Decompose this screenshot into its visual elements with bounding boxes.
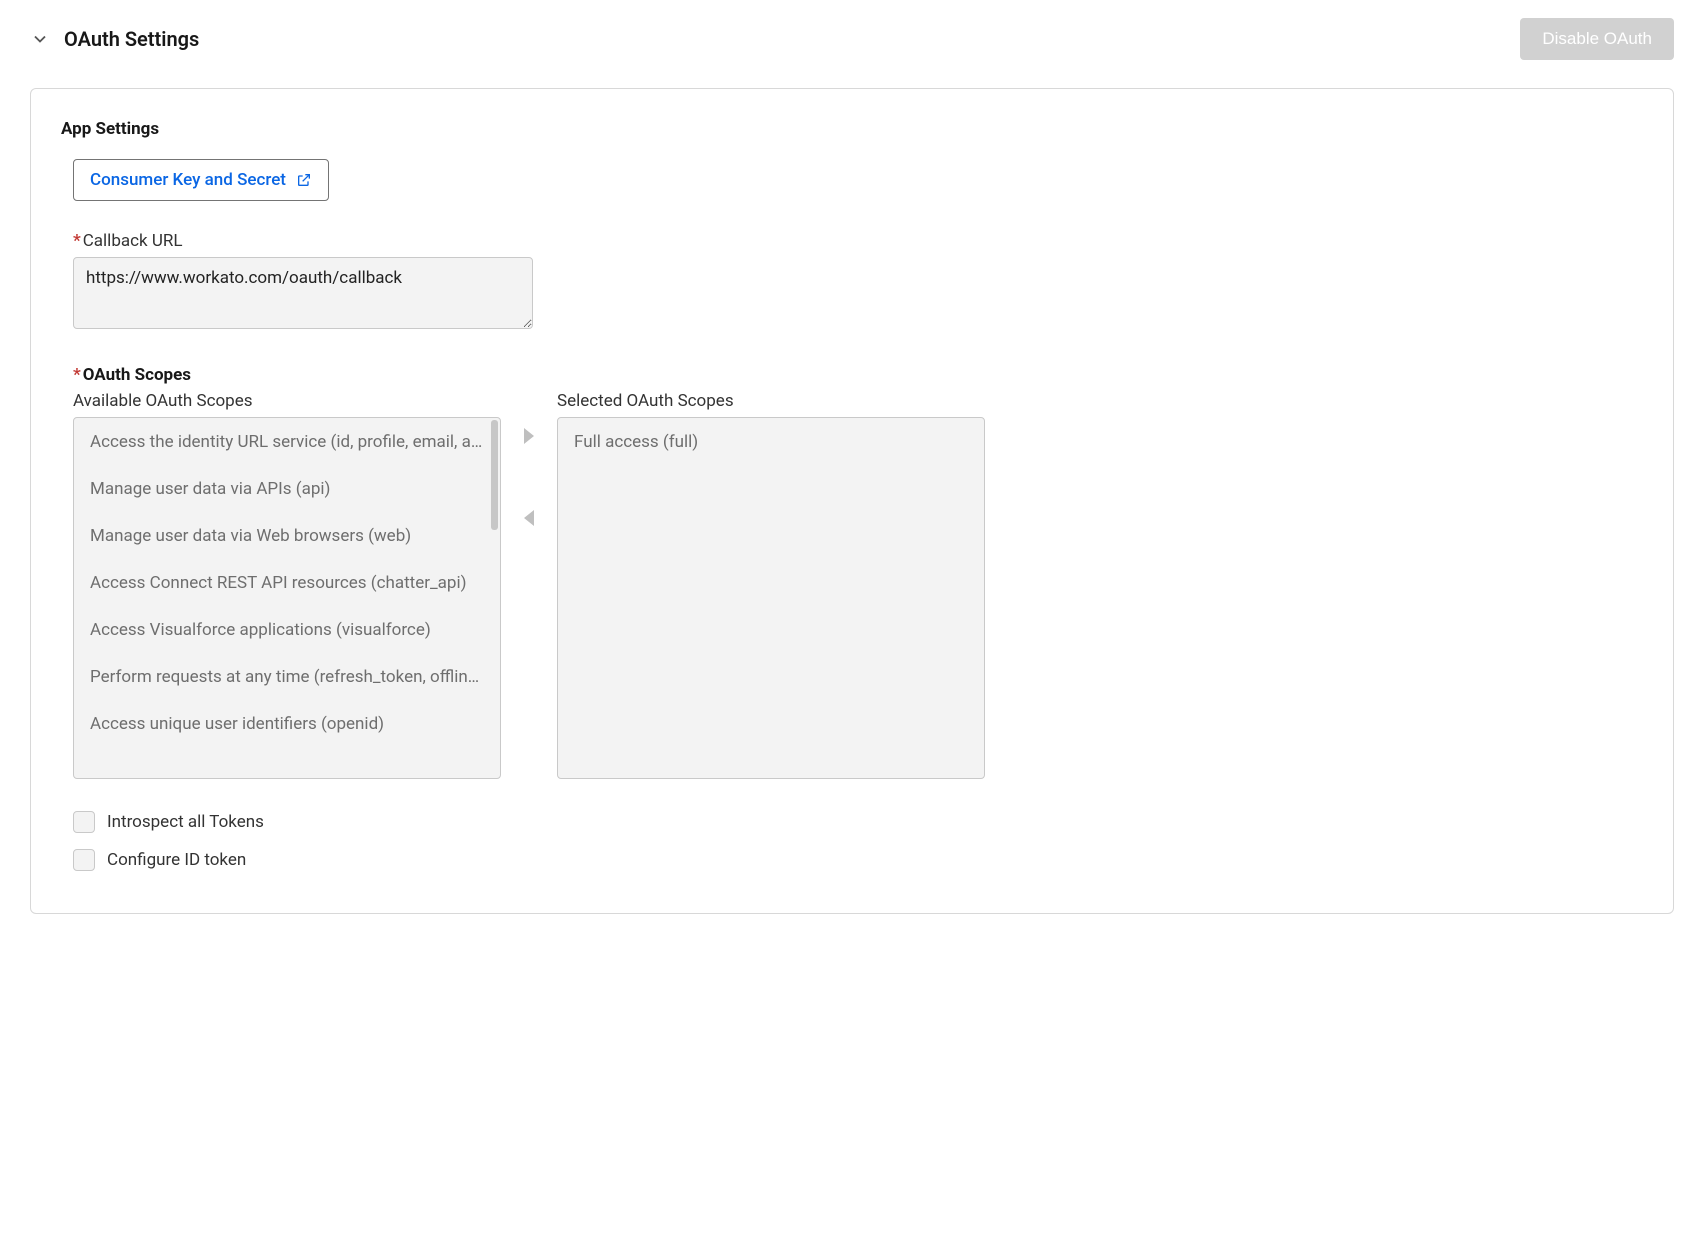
section-title: OAuth Settings (64, 27, 199, 51)
chevron-down-icon (30, 29, 50, 49)
section-header-left[interactable]: OAuth Settings (30, 27, 199, 51)
consumer-key-secret-link[interactable]: Consumer Key and Secret (73, 159, 329, 201)
available-scopes-label: Available OAuth Scopes (73, 391, 501, 411)
configure-id-token-checkbox[interactable] (73, 849, 95, 871)
list-item[interactable]: Perform requests at any time (refresh_to… (74, 653, 500, 700)
callback-url-field: *Callback URL (73, 231, 1643, 333)
section-header: OAuth Settings Disable OAuth (30, 18, 1674, 60)
external-link-icon (296, 172, 312, 188)
callback-url-input[interactable] (73, 257, 533, 329)
introspect-tokens-checkbox[interactable] (73, 811, 95, 833)
disable-oauth-button[interactable]: Disable OAuth (1520, 18, 1674, 60)
oauth-scopes-dual-list: Available OAuth Scopes Access the identi… (73, 385, 1643, 779)
list-item[interactable]: Access unique user identifiers (openid) (74, 700, 500, 747)
selected-scopes-label: Selected OAuth Scopes (557, 391, 985, 411)
oauth-scopes-heading: *OAuth Scopes (73, 365, 1643, 385)
triangle-left-icon (524, 510, 534, 526)
triangle-right-icon (524, 428, 534, 444)
list-item[interactable]: Manage user data via Web browsers (web) (74, 512, 500, 559)
move-right-button[interactable] (518, 425, 540, 447)
list-item[interactable]: Access Connect REST API resources (chatt… (74, 559, 500, 606)
app-settings-panel: App Settings Consumer Key and Secret *Ca… (30, 88, 1674, 914)
list-item[interactable]: Access the identity URL service (id, pro… (74, 418, 500, 465)
introspect-tokens-row[interactable]: Introspect all Tokens (73, 811, 1643, 833)
introspect-tokens-label: Introspect all Tokens (107, 812, 264, 832)
available-scopes-column: Available OAuth Scopes Access the identi… (73, 385, 501, 779)
configure-id-token-row[interactable]: Configure ID token (73, 849, 1643, 871)
available-scopes-list[interactable]: Access the identity URL service (id, pro… (73, 417, 501, 779)
list-item[interactable]: Full access (full) (558, 418, 984, 465)
list-item[interactable]: Manage user data via APIs (api) (74, 465, 500, 512)
panel-heading: App Settings (61, 119, 1643, 139)
selected-scopes-column: Selected OAuth Scopes Full access (full) (557, 385, 985, 779)
move-left-button[interactable] (518, 507, 540, 529)
list-item[interactable]: Access Visualforce applications (visualf… (74, 606, 500, 653)
required-asterisk: * (73, 365, 81, 385)
configure-id-token-label: Configure ID token (107, 850, 246, 870)
consumer-key-secret-label: Consumer Key and Secret (90, 170, 286, 190)
scope-move-buttons (501, 385, 557, 529)
required-asterisk: * (73, 231, 81, 251)
selected-scopes-list[interactable]: Full access (full) (557, 417, 985, 779)
checkbox-block: Introspect all Tokens Configure ID token (73, 811, 1643, 871)
callback-url-label: *Callback URL (73, 231, 1643, 251)
